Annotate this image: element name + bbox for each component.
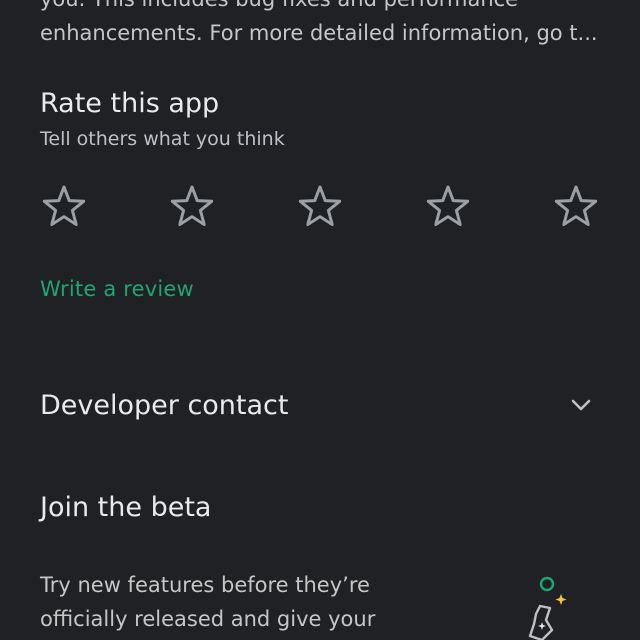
star-2-icon[interactable] — [168, 182, 216, 230]
beta-illustration-icon — [512, 570, 578, 640]
star-rating — [40, 182, 600, 230]
developer-contact-title: Developer contact — [40, 389, 289, 421]
about-line-2: enhancements. For more detailed informat… — [40, 21, 598, 45]
developer-contact-row[interactable]: Developer contact — [40, 382, 600, 428]
rate-section-subtitle: Tell others what you think — [40, 128, 285, 150]
app-about-text: you. This includes bug fixes and perform… — [40, 0, 600, 50]
star-4-icon[interactable] — [424, 182, 472, 230]
beta-description: Try new features before they’re official… — [40, 573, 376, 631]
write-review-link[interactable]: Write a review — [40, 277, 194, 301]
star-1-icon[interactable] — [40, 182, 88, 230]
star-5-icon[interactable] — [552, 182, 600, 230]
chevron-down-icon[interactable] — [566, 390, 596, 420]
beta-section-title: Join the beta — [40, 492, 212, 523]
star-3-icon[interactable] — [296, 182, 344, 230]
rate-section-title: Rate this app — [40, 88, 220, 119]
about-line-1: you. This includes bug fixes and perform… — [40, 0, 600, 16]
